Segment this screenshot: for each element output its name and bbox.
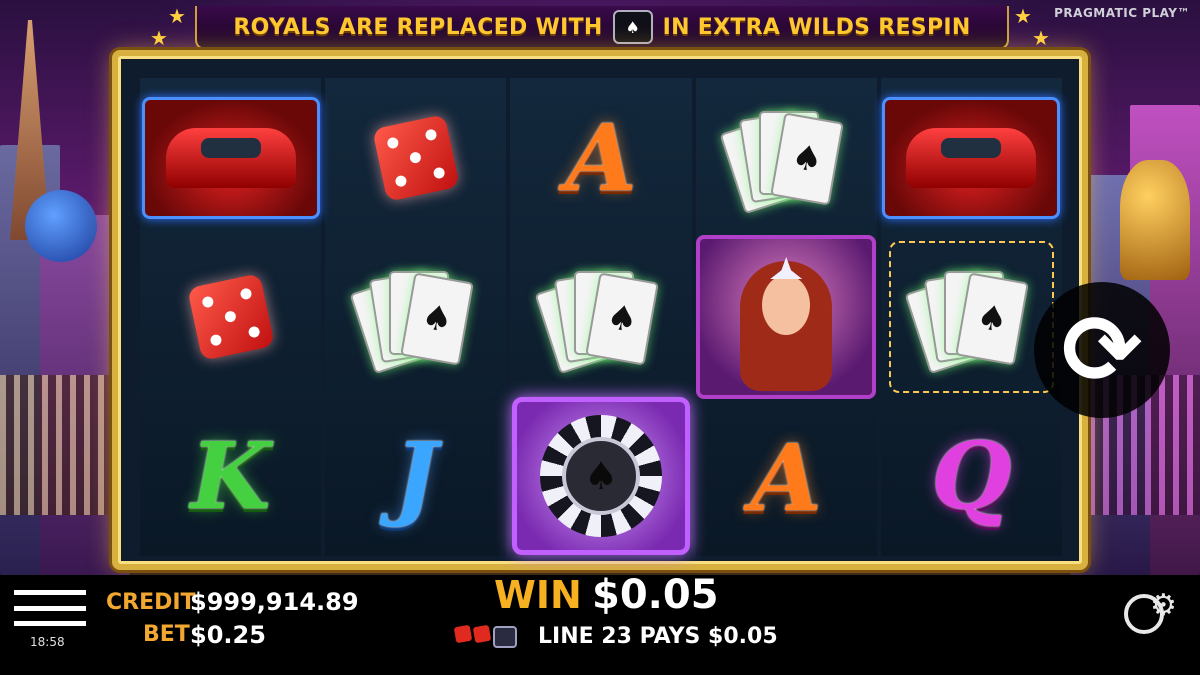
star-icon: ★ xyxy=(150,26,168,50)
credit-label: CREDIT xyxy=(106,590,196,615)
royal-flush-cards-symbol: ♠ xyxy=(719,109,845,214)
brand-logo: PRAGMATIC PLAY™ xyxy=(1054,6,1190,20)
reel-3: A ♠ ♠ xyxy=(510,78,692,556)
car-symbol xyxy=(882,96,1061,219)
win-value: $0.05 xyxy=(592,572,719,618)
reel-grid: K ♠ J A ♠ ♠ ♠ A ♠ Q xyxy=(140,78,1063,556)
showgirl-symbol xyxy=(696,235,877,399)
reel-5: ♠ Q xyxy=(880,78,1063,556)
reel-1: K xyxy=(140,78,322,556)
dice-icon xyxy=(472,624,492,644)
ace-symbol: A xyxy=(565,103,637,212)
reel-cell: A xyxy=(696,399,877,556)
banner-text-left: ROYALS ARE REPLACED WITH xyxy=(233,14,603,40)
reel-cell xyxy=(325,78,506,237)
reel-cell: A xyxy=(510,78,691,237)
reel-2: ♠ J xyxy=(325,78,507,556)
banner-text-right: IN EXTRA WILDS RESPIN xyxy=(662,14,971,40)
reel-cell: ♠ xyxy=(510,237,691,396)
win-label: WIN xyxy=(494,573,582,617)
king-symbol: K xyxy=(190,422,271,531)
reel-cell: ♠ xyxy=(325,237,506,396)
winning-combination-icons xyxy=(453,624,517,648)
reel-cell: J xyxy=(325,397,506,556)
bet-label: BET xyxy=(143,622,190,647)
clock: 18:58 xyxy=(30,635,65,649)
feature-banner: ROYALS ARE REPLACED WITH ♠ IN EXTRA WILD… xyxy=(195,6,1009,50)
reel-cell: ♠ xyxy=(510,397,691,556)
dice-symbol xyxy=(186,273,275,361)
settings-button[interactable]: ⚙ xyxy=(1124,588,1177,634)
reel-4: ♠ A xyxy=(695,78,877,556)
dice-icon xyxy=(453,624,473,644)
reel-cell: K xyxy=(140,397,321,556)
respin-button[interactable]: ⟳ xyxy=(1034,282,1170,418)
star-icon: ★ xyxy=(1014,4,1032,28)
royal-flush-cards-symbol: ♠ xyxy=(534,269,660,375)
reel-cell xyxy=(140,237,321,396)
respin-arrows-icon: ⟳ xyxy=(1061,294,1143,406)
star-icon: ★ xyxy=(1032,26,1050,50)
golden-lion-statue xyxy=(1120,160,1190,280)
star-icon: ★ xyxy=(168,4,186,28)
ace-symbol: A xyxy=(750,423,822,532)
wild-chip-icon xyxy=(493,626,517,648)
queen-symbol: Q xyxy=(931,422,1012,531)
settings-gear-icon: ⚙ xyxy=(1150,588,1177,623)
reel-cell xyxy=(140,78,321,237)
wild-chip-symbol: ♠ xyxy=(512,397,690,556)
menu-button[interactable] xyxy=(14,590,86,626)
reel-cell xyxy=(881,78,1062,237)
line-pays-text: LINE 23 PAYS $0.05 xyxy=(538,624,778,649)
royal-flush-cards-symbol: ♠ xyxy=(904,269,1030,375)
royal-flush-cards-symbol: ♠ xyxy=(349,269,475,375)
poker-chip-icon: ♠ xyxy=(612,10,653,44)
reel-cell: ♠ xyxy=(696,78,877,235)
credit-value: $999,914.89 xyxy=(190,588,359,616)
reel-cell: ♠ xyxy=(881,237,1062,396)
dice-symbol xyxy=(371,113,460,202)
car-symbol xyxy=(141,96,320,219)
menu-icon xyxy=(14,590,86,595)
reel-cell: Q xyxy=(881,397,1062,556)
reel-cell xyxy=(696,235,877,399)
hot-air-balloon-sign xyxy=(25,190,97,262)
bet-value: $0.25 xyxy=(190,621,266,649)
spade-icon: ♠ xyxy=(562,437,640,516)
casino-lights xyxy=(0,375,130,515)
jack-symbol: J xyxy=(394,422,438,531)
